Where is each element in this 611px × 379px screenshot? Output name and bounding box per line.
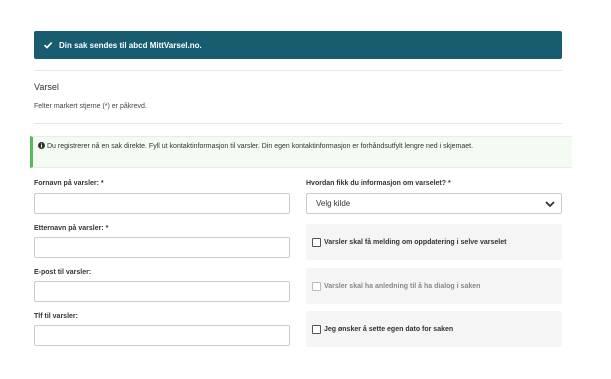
notify-updates-option[interactable]: Varsler skal få melding om oppdatering i…	[306, 224, 562, 260]
chevron-down-icon	[545, 201, 555, 208]
source-selected-value: Velg kilde	[316, 199, 351, 208]
divider	[34, 70, 562, 71]
check-icon	[43, 42, 53, 49]
page: Din sak sendes til abcd MittVarsel.no. V…	[0, 0, 611, 379]
banner-text: Din sak sendes til abcd MittVarsel.no.	[59, 40, 202, 50]
email-input[interactable]	[34, 281, 290, 302]
last-name-label: Etternavn på varsler: *	[34, 225, 109, 232]
custom-date-option[interactable]: Jeg ønsker å sette egen dato for saken	[306, 311, 562, 347]
custom-date-checkbox[interactable]	[312, 324, 321, 334]
divider	[34, 123, 562, 124]
notify-updates-label: Varsler skal få melding om oppdatering i…	[324, 238, 507, 246]
allow-dialog-checkbox	[312, 281, 321, 291]
source-label: Hvordan fikk du informasjon om varselet?…	[306, 180, 451, 187]
custom-date-label: Jeg ønsker å sette egen dato for saken	[324, 325, 454, 333]
source-select[interactable]: Velg kilde	[306, 193, 562, 214]
last-name-input[interactable]	[34, 237, 290, 258]
info-circle-icon	[38, 142, 45, 149]
notify-updates-checkbox[interactable]	[312, 237, 321, 247]
section-title: Varsel	[34, 82, 59, 92]
required-note: Felter markert stjerne (*) er påkrevd.	[34, 103, 147, 110]
first-name-input[interactable]	[34, 193, 290, 214]
phone-input[interactable]	[34, 325, 290, 346]
first-name-label: Fornavn på varsler: *	[34, 180, 104, 187]
email-label: E-post til varsler:	[34, 269, 92, 276]
allow-dialog-option: Varsler skal ha anledning til å ha dialo…	[306, 268, 562, 304]
info-text: Du registrerer nå en sak direkte. Fyll u…	[47, 143, 474, 150]
success-banner: Din sak sendes til abcd MittVarsel.no.	[34, 31, 562, 59]
phone-label: Tlf til varsler:	[34, 313, 78, 320]
info-alert: Du registrerer nå en sak direkte. Fyll u…	[30, 136, 572, 168]
allow-dialog-label: Varsler skal ha anledning til å ha dialo…	[324, 282, 481, 290]
